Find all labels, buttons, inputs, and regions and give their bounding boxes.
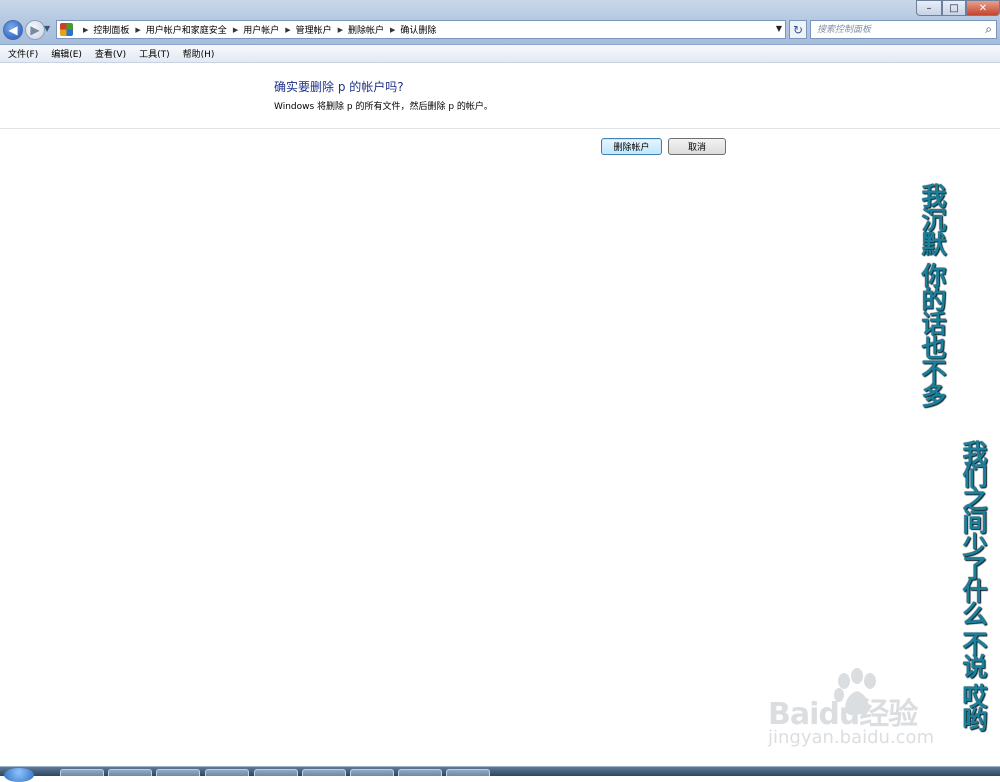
- search-box[interactable]: ⌕: [810, 20, 997, 39]
- breadcrumb-separator-icon[interactable]: ▶: [338, 26, 343, 34]
- lyric-text-2: 我们之间少了什么 不说 哎哟: [959, 440, 988, 730]
- divider: [0, 128, 1000, 129]
- back-arrow-icon: ◀: [8, 23, 18, 37]
- breadcrumb-separator-icon[interactable]: ▶: [285, 26, 290, 34]
- menu-edit[interactable]: 编辑(E): [45, 47, 88, 60]
- address-bar[interactable]: ▶ 控制面板 ▶ 用户帐户和家庭安全 ▶ 用户帐户 ▶ 管理帐户 ▶ 删除帐户 …: [56, 20, 786, 39]
- search-input[interactable]: [817, 21, 967, 38]
- start-button[interactable]: [4, 768, 34, 782]
- breadcrumb: ▶ 控制面板 ▶ 用户帐户和家庭安全 ▶ 用户帐户 ▶ 管理帐户 ▶ 删除帐户 …: [77, 21, 436, 38]
- breadcrumb-separator-icon[interactable]: ▶: [135, 26, 140, 34]
- page-title: 确实要删除 p 的帐户吗?: [274, 80, 404, 94]
- breadcrumb-item-user-accounts[interactable]: 用户帐户: [243, 23, 279, 36]
- breadcrumb-separator-icon[interactable]: ▶: [83, 26, 88, 34]
- breadcrumb-item-confirm-delete[interactable]: 确认删除: [400, 23, 436, 36]
- menu-file[interactable]: 文件(F): [0, 47, 44, 60]
- minimize-button[interactable]: –: [916, 0, 942, 16]
- cancel-button[interactable]: 取消: [668, 138, 726, 155]
- baidu-url: jingyan.baidu.com: [768, 727, 935, 748]
- breadcrumb-item-control-panel[interactable]: 控制面板: [93, 23, 129, 36]
- delete-description: Windows 将删除 p 的所有文件，然后删除 p 的帐户。: [274, 102, 493, 112]
- menu-tools[interactable]: 工具(T): [133, 47, 176, 60]
- maximize-button[interactable]: □: [942, 0, 966, 16]
- breadcrumb-item-user-accounts-family-safety[interactable]: 用户帐户和家庭安全: [146, 23, 227, 36]
- menu-view[interactable]: 查看(V): [89, 47, 132, 60]
- control-panel-icon: [60, 23, 73, 36]
- recent-pages-dropdown-icon[interactable]: ▼: [44, 24, 50, 33]
- lyric-text-1: 我沉默 你的话也不多: [918, 183, 947, 407]
- refresh-button[interactable]: ↻: [789, 20, 807, 39]
- refresh-icon: ↻: [792, 22, 804, 37]
- breadcrumb-separator-icon[interactable]: ▶: [390, 26, 395, 34]
- delete-account-button[interactable]: 删除帐户: [601, 138, 662, 155]
- back-button[interactable]: ◀: [3, 20, 23, 40]
- breadcrumb-separator-icon[interactable]: ▶: [233, 26, 238, 34]
- breadcrumb-item-manage-accounts[interactable]: 管理帐户: [296, 23, 332, 36]
- forward-button[interactable]: ▶: [25, 20, 45, 40]
- search-icon[interactable]: ⌕: [985, 22, 992, 37]
- address-dropdown-icon[interactable]: ▼: [776, 24, 782, 33]
- breadcrumb-item-delete-account[interactable]: 删除帐户: [348, 23, 384, 36]
- close-button[interactable]: ✕: [966, 0, 1000, 16]
- baidu-watermark: Baidu经验 jingyan.baidu.com: [768, 665, 948, 755]
- menu-help[interactable]: 帮助(H): [177, 47, 221, 60]
- title-bar: ◀ ▶ ▼ ▶ 控制面板 ▶ 用户帐户和家庭安全 ▶ 用户帐户 ▶ 管理帐户 ▶…: [0, 0, 1000, 45]
- menu-bar: 文件(F) 编辑(E) 查看(V) 工具(T) 帮助(H): [0, 45, 1000, 63]
- forward-arrow-icon: ▶: [30, 23, 40, 37]
